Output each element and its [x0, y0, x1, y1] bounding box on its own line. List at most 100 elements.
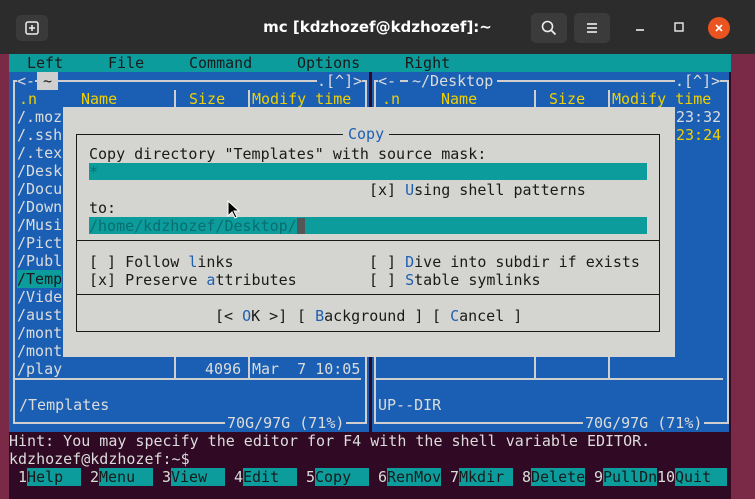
menu-left[interactable]: Left [27, 54, 63, 72]
new-tab-icon [25, 21, 39, 35]
file-mtime: Mar 7 10:05 [252, 360, 361, 378]
col-name[interactable]: Name [81, 90, 117, 108]
right-panel-path: ~/Desktop [408, 72, 498, 90]
minimize-button[interactable] [630, 17, 650, 37]
file-name: /Musi [17, 216, 63, 234]
col-n[interactable]: .n [19, 90, 37, 108]
minimize-icon [636, 29, 644, 31]
file-name: /.ssh [17, 126, 63, 144]
file-name: /mont [17, 342, 63, 360]
fkey-label: Help [27, 468, 81, 486]
close-icon [715, 24, 723, 32]
fkey-number: 8 [522, 468, 532, 486]
left-panel-scroll-marker[interactable]: .[^]> [317, 72, 363, 90]
right-panel-nav-left[interactable]: <- [378, 72, 401, 90]
shell-prompt[interactable]: kdzhozef@kdzhozef:~$ [9, 450, 731, 468]
hamburger-icon [587, 23, 597, 33]
to-label: to: [89, 199, 117, 217]
file-name: /.tex [17, 144, 63, 162]
prompt-text: kdzhozef@kdzhozef:~$ [9, 450, 190, 468]
dialog-separator-1 [76, 240, 660, 241]
maximize-icon [674, 22, 684, 32]
fkey-number: 6 [378, 468, 388, 486]
fkey-label: Menu [99, 468, 153, 486]
right-panel-header: .n Name Size Modify time [372, 90, 755, 108]
ok-button[interactable]: [< OK >] [215, 307, 287, 325]
fkey-label: RenMov [387, 468, 442, 486]
dive-into-subdir-checkbox[interactable]: [ ] Dive into subdir if exists [369, 253, 640, 271]
col-name[interactable]: Name [441, 90, 477, 108]
col-mtime[interactable]: Modify time [612, 90, 711, 108]
cancel-button[interactable]: [ Cancel ] [432, 307, 522, 325]
left-panel-footer: /Templates [19, 396, 110, 414]
mouse-pointer-icon [227, 200, 241, 219]
dialog-separator-2 [76, 294, 660, 295]
fkey-label: Copy [315, 468, 369, 486]
source-mask-value: * [89, 163, 99, 181]
hamburger-menu-button[interactable] [574, 13, 610, 43]
col-mtime[interactable]: Modify time [252, 90, 351, 108]
left-panel-nav-left[interactable]: <- [17, 72, 36, 90]
left-panel-disk: 70G/97G (71%) [225, 414, 347, 432]
file-name: /Pict [17, 234, 63, 252]
maximize-button[interactable] [669, 17, 689, 37]
file-size: 4096 [205, 360, 242, 378]
file-name: /mont [17, 324, 63, 342]
search-button[interactable] [531, 13, 567, 43]
window-title: mc [kdzhozef@kdzhozef]:~ [263, 18, 492, 36]
fkey-number: 3 [162, 468, 172, 486]
source-mask-label: Copy directory "Templates" with source m… [89, 145, 487, 163]
shell-patterns-checkbox[interactable]: [x] Using shell patterns [369, 181, 586, 199]
menu-right[interactable]: Right [405, 54, 450, 72]
fkey-label: Quit [675, 468, 727, 486]
terminal-window: mc [kdzhozef@kdzhozef]:~ Left File Comma… [0, 0, 755, 499]
hint-text: Hint: You may specify the editor for F4 … [9, 432, 651, 450]
file-name: /Down [17, 198, 63, 216]
function-key-bar: 1 Help 2 Menu 3 View 4 Edit 5 Copy 6 RenMov 7 Mkdir 8 D… [9, 468, 731, 486]
title-bar: mc [kdzhozef@kdzhozef]:~ [0, 0, 755, 54]
col-size[interactable]: Size [189, 90, 225, 108]
fkey-number: 1 [18, 468, 28, 486]
fkey-number: 2 [90, 468, 100, 486]
menu-file[interactable]: File [108, 54, 144, 72]
fkey-number: 9 [594, 468, 604, 486]
terminal-area[interactable]: Left File Command Options Right <- ~ .[^… [9, 54, 731, 499]
col-n[interactable]: .n [382, 90, 400, 108]
fkey-number: 10 [657, 468, 676, 486]
dialog-title: Copy [343, 125, 390, 143]
stable-symlinks-checkbox[interactable]: [ ] Stable symlinks [369, 271, 541, 289]
right-panel-footer-sep [376, 378, 723, 380]
new-tab-button[interactable] [16, 15, 48, 41]
text-cursor [297, 218, 305, 234]
right-row-time-2: 23:24 [676, 126, 722, 144]
fkey-label: Edit [243, 468, 297, 486]
fkey-number: 7 [450, 468, 460, 486]
fkey-label: Delete [531, 468, 586, 486]
source-mask-input[interactable]: * [89, 163, 647, 181]
destination-value: /home/kdzhozef/Desktop/ [89, 217, 297, 235]
right-panel-scroll-marker[interactable]: .[^]> [675, 72, 721, 90]
close-button[interactable] [708, 17, 730, 39]
left-panel-path: ~ [37, 72, 59, 90]
right-panel-disk: 70G/97G (71%) [583, 414, 705, 432]
menu-command[interactable]: Command [189, 54, 252, 72]
mc-menubar: Left File Command Options Right [9, 54, 731, 72]
destination-input[interactable]: /home/kdzhozef/Desktop/ [89, 217, 647, 235]
fkey-number: 5 [306, 468, 316, 486]
fkey-label: View [171, 468, 225, 486]
left-panel-footer-sep [15, 378, 361, 380]
file-name: /aust [17, 306, 63, 324]
menu-options[interactable]: Options [297, 54, 360, 72]
preserve-attributes-checkbox[interactable]: [x] Preserve attributes [89, 271, 297, 289]
file-name: /.moz [17, 108, 63, 126]
fkey-label: Mkdir [459, 468, 513, 486]
fkey-number: 4 [234, 468, 244, 486]
follow-links-checkbox[interactable]: [ ] Follow links [89, 253, 234, 271]
file-name: /Temp [17, 270, 63, 288]
copy-dialog: Copy Copy directory "Templates" with sou… [63, 107, 675, 357]
file-name: /Publ [17, 252, 63, 270]
col-size[interactable]: Size [549, 90, 585, 108]
background-button[interactable]: [ Background ] [297, 307, 423, 325]
fkey-label: PullDn [603, 468, 658, 486]
file-name: /Desk [17, 162, 63, 180]
